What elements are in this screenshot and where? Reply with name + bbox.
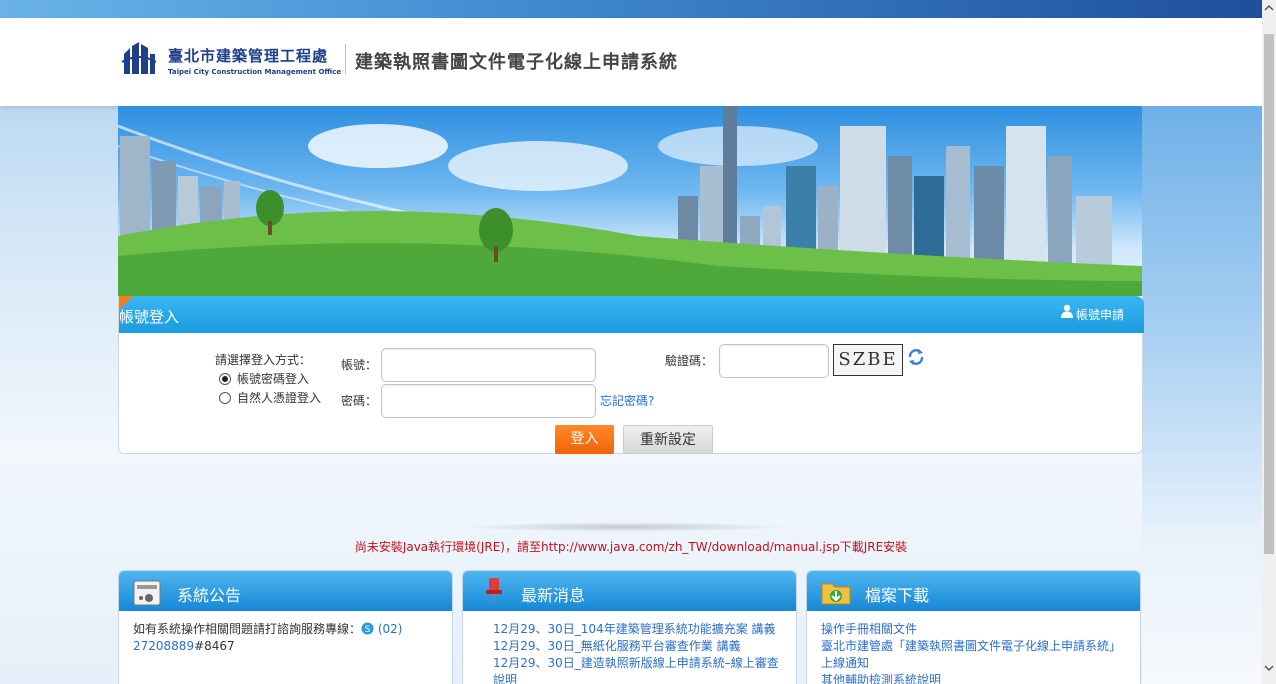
scroll-up-arrow-icon[interactable] xyxy=(1262,0,1276,16)
method-option-label: 帳號密碼登入 xyxy=(237,372,310,386)
login-panel: 帳號登入 帳號申請 請選擇登入方式： 帳號密碼登入 自然人憑證登入 帳號： 密碼… xyxy=(118,296,1144,454)
announcement-header: 系統公告 xyxy=(119,571,452,611)
downloads-box: 檔案下載 操作手冊相關文件 臺北市建管處「建築執照書圖文件電子化線上申請系統」上… xyxy=(806,570,1141,684)
login-button[interactable]: 登入 xyxy=(555,425,614,454)
news-header: 最新消息 xyxy=(463,571,796,611)
top-stripe xyxy=(0,0,1262,18)
user-icon xyxy=(1060,304,1073,318)
org-name-zh: 臺北市建築管理工程處 xyxy=(168,47,329,65)
refresh-icon[interactable] xyxy=(907,348,925,366)
skype-icon: S xyxy=(361,622,374,635)
forgot-password-link[interactable]: 忘記密碼? xyxy=(600,392,654,409)
password-input[interactable] xyxy=(381,384,596,418)
account-label: 帳號： xyxy=(341,358,378,372)
news-body: 12月29、30日_104年建築管理系統功能擴充案 講義 12月29、30日_無… xyxy=(463,611,796,684)
download-item[interactable]: 操作手冊相關文件 xyxy=(821,621,1126,638)
downloads-title: 檔案下載 xyxy=(865,586,930,605)
java-notice: 尚未安裝Java執行環境(JRE)，請至http://www.java.com/… xyxy=(0,538,1262,555)
reset-button[interactable]: 重新設定 xyxy=(623,425,713,454)
method-option-password[interactable]: 帳號密碼登入 xyxy=(219,370,309,387)
method-option-label: 自然人憑證登入 xyxy=(237,391,322,405)
banner-image xyxy=(118,106,1142,296)
downloads-header: 檔案下載 xyxy=(807,571,1140,611)
radio-button[interactable] xyxy=(219,391,231,404)
announcement-title: 系統公告 xyxy=(177,586,242,605)
phone-ext: #8467 xyxy=(194,639,235,653)
news-box: 最新消息 12月29、30日_104年建築管理系統功能擴充案 講義 12月29、… xyxy=(462,570,797,684)
background-sky xyxy=(1142,106,1262,684)
download-folder-icon xyxy=(821,583,851,605)
news-item[interactable]: 12月29、30日_建造執照新版線上申請系統–線上審查說明 xyxy=(477,655,782,684)
account-input[interactable] xyxy=(381,348,596,382)
downloads-body: 操作手冊相關文件 臺北市建管處「建築執照書圖文件電子化線上申請系統」上線通知 其… xyxy=(807,611,1140,684)
site-header: 臺北市建築管理工程處 Taipei City Construction Mana… xyxy=(0,18,1262,106)
announcement-text: 如有系統操作相關問題請打諮詢服務專線： xyxy=(133,622,362,636)
java-notice-prefix: 尚未安裝Java執行環境(JRE)，請至 xyxy=(354,540,541,554)
logo-icon xyxy=(121,42,157,74)
password-label: 密碼： xyxy=(341,394,378,408)
notice-divider xyxy=(460,522,790,532)
scrollbar-thumb[interactable] xyxy=(1264,34,1274,554)
login-panel-header: 帳號登入 帳號申請 xyxy=(119,296,1144,333)
system-title: 建築執照書圖文件電子化線上申請系統 xyxy=(355,52,678,73)
captcha-image: SZBE xyxy=(833,344,903,376)
login-title: 帳號登入 xyxy=(119,308,180,326)
org-name-en: Taipei City Construction Management Offi… xyxy=(168,68,342,76)
news-title: 最新消息 xyxy=(521,586,586,605)
register-account-label: 帳號申請 xyxy=(1075,308,1124,322)
download-item[interactable]: 其他輔助檢測系統說明 xyxy=(821,672,1126,684)
news-item[interactable]: 12月29、30日_無紙化服務平台審查作業 講義 xyxy=(477,638,782,655)
pushpin-icon xyxy=(486,578,502,606)
city-skyline-illustration xyxy=(118,106,1142,296)
radio-button-selected[interactable] xyxy=(219,372,231,385)
method-option-certificate[interactable]: 自然人憑證登入 xyxy=(219,389,321,406)
captcha-input[interactable] xyxy=(719,344,829,378)
captcha-label: 驗證碼： xyxy=(665,354,714,368)
download-item[interactable]: 臺北市建管處「建築執照書圖文件電子化線上申請系統」上線通知 xyxy=(821,638,1126,672)
server-icon xyxy=(133,580,161,606)
login-method-label: 請選擇登入方式： xyxy=(215,353,312,367)
java-download-link[interactable]: http://www.java.com/zh_TW/download/manua… xyxy=(541,540,840,554)
java-notice-suffix: 下載JRE安裝 xyxy=(839,540,908,554)
scroll-down-arrow-icon[interactable] xyxy=(1262,660,1276,676)
news-item[interactable]: 12月29、30日_104年建築管理系統功能擴充案 講義 xyxy=(477,621,782,638)
announcement-body: 如有系統操作相關問題請打諮詢服務專線： S (02) 27208889#8467 xyxy=(119,611,452,665)
header-divider xyxy=(345,44,346,74)
announcement-box: 系統公告 如有系統操作相關問題請打諮詢服務專線： S (02) 27208889#… xyxy=(118,570,453,684)
register-account-link[interactable]: 帳號申請 xyxy=(1060,304,1124,323)
vertical-scrollbar[interactable] xyxy=(1262,0,1276,684)
svg-text:S: S xyxy=(365,625,371,635)
